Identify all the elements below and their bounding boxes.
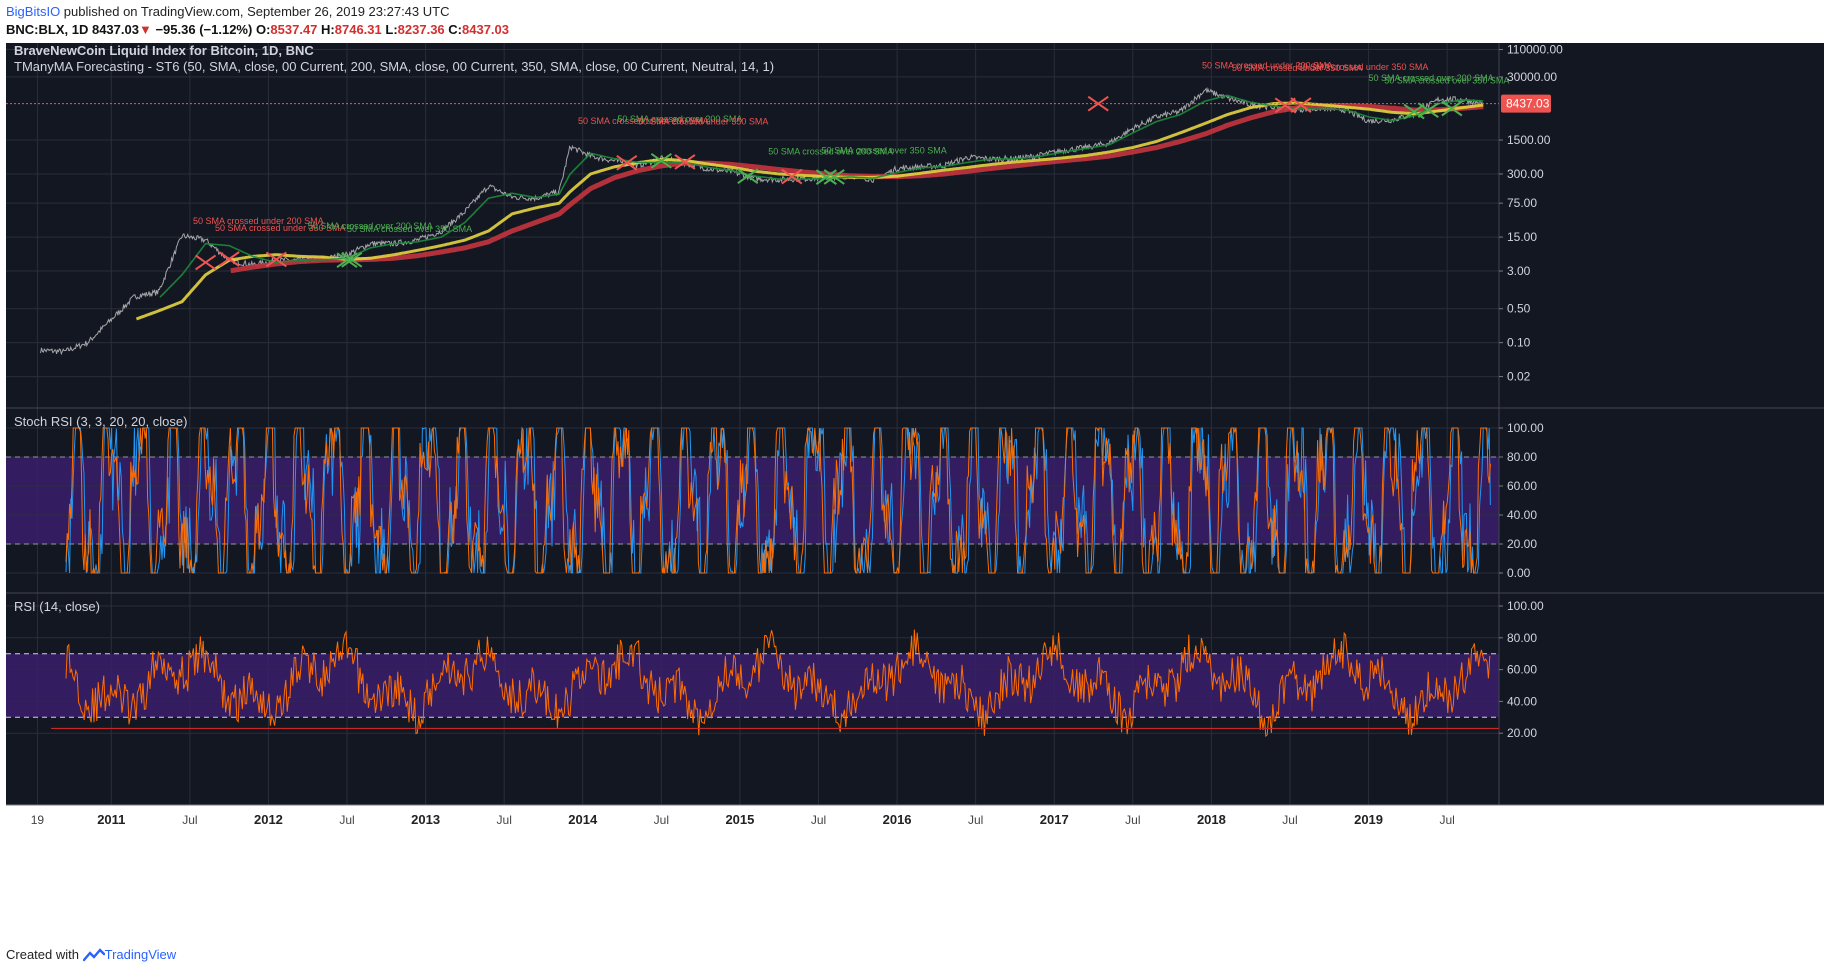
cross-annotation: 50 SMA crossed over 350 SMA [1384,75,1509,85]
time-axis-label: 2012 [254,812,283,827]
time-axis-label: 19 [31,813,45,827]
time-axis-label: Jul [182,813,197,827]
time-axis-label: 2011 [97,812,125,827]
price-axis-label: 3.00 [1507,264,1531,278]
cross-annotation: 50 SMA crossed over 350 SMA [822,145,947,155]
low-value: 8237.36 [397,22,445,37]
last-price-label: 8437.03 [1506,97,1550,111]
price-axis-label: 30000.00 [1507,70,1557,84]
footer: Created with TradingView [6,947,176,962]
time-axis-label: 2015 [725,812,754,827]
time-axis-label: Jul [968,813,983,827]
rsi-axis-label: 80.00 [1507,631,1537,645]
low-label: L: [385,22,398,37]
stoch-axis-label: 60.00 [1507,479,1537,493]
stoch-axis-label: 100.00 [1507,421,1544,435]
last-value: 8437.03 [91,22,139,37]
time-axis-label: 2018 [1197,812,1226,827]
chart-canvas[interactable]: 50 SMA crossed under 200 SMA50 SMA cross… [6,43,1824,941]
author-link[interactable]: BigBitsIO [6,4,60,19]
close-value: 8437.03 [462,22,509,37]
rsi-axis-label: 20.00 [1507,726,1537,740]
high-value: 8746.31 [334,22,382,37]
open-label: O: [255,22,271,37]
cross-annotation: 50 SMA crossed under 350 SMA [638,117,769,127]
rsi-axis-label: 100.00 [1507,599,1544,613]
time-axis-label: Jul [1125,813,1140,827]
stoch-axis-label: 0.00 [1507,566,1531,580]
price-axis-label: 15.00 [1507,230,1537,244]
time-axis-label: 2017 [1040,812,1069,827]
price-axis-label: 300.00 [1507,167,1544,181]
price-axis-label: 0.02 [1507,370,1531,384]
price-axis-label: 0.10 [1507,336,1531,350]
time-axis-label: Jul [339,813,354,827]
cross-annotation: 50 SMA crossed over 350 SMA [347,224,472,234]
price-axis-label: 0.50 [1507,302,1531,316]
stoch-panel-title: Stoch RSI (3, 3, 20, 20, close) [14,414,187,429]
stoch-axis-label: 40.00 [1507,508,1537,522]
rsi-axis-label: 40.00 [1507,694,1537,708]
time-axis-label: 2019 [1354,812,1383,827]
stoch-axis-label: 80.00 [1507,450,1537,464]
down-arrow-icon: ▼ [138,22,152,37]
publish-info: published on TradingView.com, September … [60,4,450,19]
price-axis-label: 110000.00 [1507,43,1563,57]
created-with-text: Created with [6,947,79,962]
time-axis-label: Jul [1282,813,1297,827]
change-value: −95.36 (−1.12%) [155,22,253,37]
symbol-ohlc-line: BNC:BLX, 1D 8437.03▼ −95.36 (−1.12%) O:8… [6,22,509,37]
stoch-axis-label: 20.00 [1507,537,1537,551]
publish-line: BigBitsIO published on TradingView.com, … [6,4,449,19]
time-axis-label: Jul [1439,813,1454,827]
cross-annotation: 50 SMA crossed under 350 SMA [1298,62,1429,72]
price-axis-label: 1500.00 [1507,133,1551,147]
time-axis-label: Jul [811,813,826,827]
price-panel-title: BraveNewCoin Liquid Index for Bitcoin, 1… [14,43,314,58]
time-axis-label: 2014 [568,812,598,827]
open-value: 8537.47 [270,22,318,37]
time-axis-label: Jul [654,813,669,827]
time-axis-label: 2013 [411,812,440,827]
price-panel-subtitle: TManyMA Forecasting - ST6 (50, SMA, clos… [14,59,774,74]
high-label: H: [321,22,335,37]
price-axis-label: 75.00 [1507,196,1537,210]
tradingview-logo-icon [82,948,105,962]
symbol-label[interactable]: BNC:BLX, 1D [6,22,88,37]
rsi-axis-label: 60.00 [1507,663,1537,677]
rsi-panel-title: RSI (14, close) [14,599,100,614]
tradingview-link[interactable]: TradingView [105,947,177,962]
time-axis-label: Jul [497,813,512,827]
close-label: C: [448,22,462,37]
time-axis-label: 2016 [883,812,912,827]
